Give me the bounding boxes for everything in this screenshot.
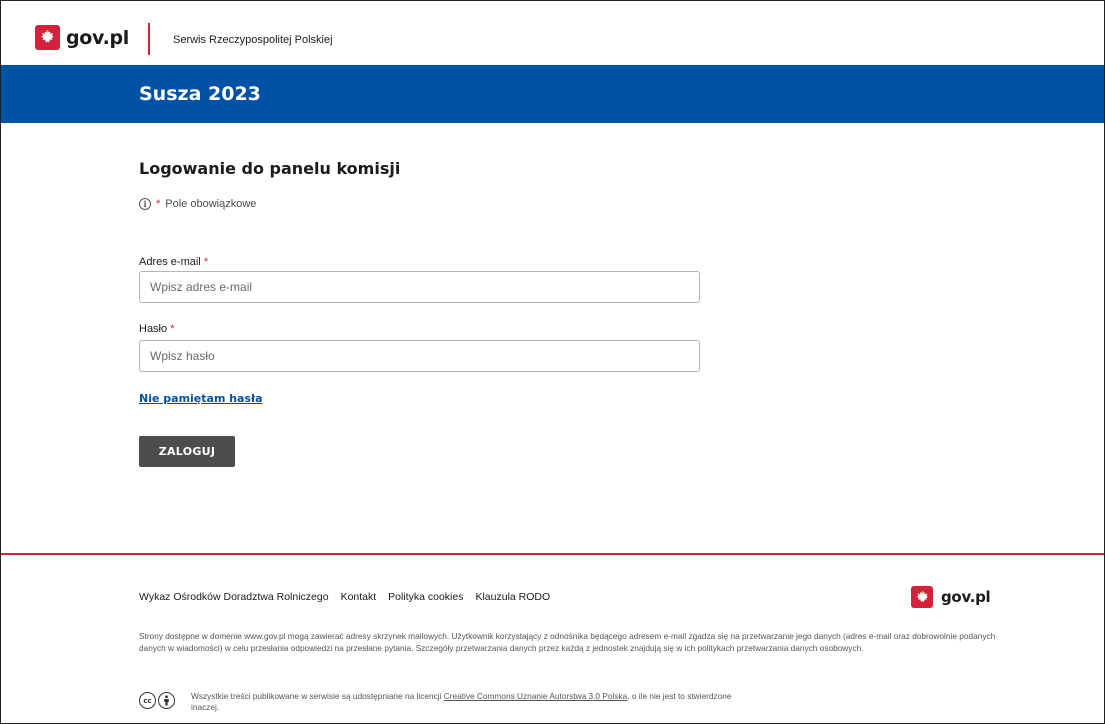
login-button[interactable]: ZALOGUJ	[139, 436, 235, 467]
gov-pl-text: gov.pl	[941, 588, 991, 606]
footer-link-cookies[interactable]: Polityka cookies	[388, 591, 463, 603]
forgot-password-link[interactable]: Nie pamiętam hasła	[139, 392, 263, 405]
polish-eagle-icon	[911, 586, 933, 608]
header-divider	[148, 23, 150, 55]
required-fields-note: i * Pole obowiązkowe	[139, 198, 256, 210]
email-label-text: Adres e-mail	[139, 256, 201, 268]
required-star: *	[170, 323, 175, 335]
page-title: Logowanie do panelu komisji	[139, 159, 401, 178]
creative-commons-link[interactable]: Creative Commons Uznanie Autorstwa 3.0 P…	[444, 691, 628, 701]
footer-gov-pl-logo[interactable]: gov.pl	[911, 586, 991, 608]
password-label: Hasło *	[139, 323, 174, 335]
footer-nav: Wykaz Ośrodków Doradztwa Rolniczego Kont…	[139, 591, 550, 603]
license-text: Wszystkie treści publikowane w serwisie …	[191, 691, 751, 713]
cc-license-icons: cc	[139, 692, 175, 709]
service-name: Serwis Rzeczypospolitej Polskiej	[173, 34, 333, 46]
license-prefix: Wszystkie treści publikowane w serwisie …	[191, 691, 444, 701]
license-notice: cc Wszystkie treści publikowane w serwis…	[139, 691, 751, 713]
info-icon: i	[139, 198, 151, 210]
password-label-text: Hasło	[139, 323, 168, 335]
required-star: *	[203, 256, 209, 268]
footer-link-odr[interactable]: Wykaz Ośrodków Doradztwa Rolniczego	[139, 591, 329, 603]
footer-link-rodo[interactable]: Klauzula RODO	[475, 591, 550, 603]
email-field[interactable]	[139, 271, 700, 303]
password-field[interactable]	[139, 340, 700, 372]
required-star: *	[156, 198, 161, 210]
attribution-icon	[158, 692, 175, 709]
email-label: Adres e-mail *	[139, 256, 208, 268]
required-note-text: Pole obowiązkowe	[165, 198, 257, 210]
footer-link-contact[interactable]: Kontakt	[341, 591, 377, 603]
footer-divider	[1, 553, 1104, 555]
polish-eagle-icon	[35, 25, 60, 50]
gov-pl-text: gov.pl	[66, 26, 130, 49]
service-banner: Susza 2023	[1, 65, 1104, 123]
cc-icon: cc	[139, 692, 156, 709]
site-header: gov.pl Serwis Rzeczypospolitej Polskiej	[1, 1, 1104, 65]
gov-pl-logo[interactable]: gov.pl	[35, 25, 129, 50]
service-title[interactable]: Susza 2023	[139, 83, 261, 105]
privacy-disclaimer: Strony dostępne w domenie www.gov.pl mog…	[139, 631, 996, 653]
